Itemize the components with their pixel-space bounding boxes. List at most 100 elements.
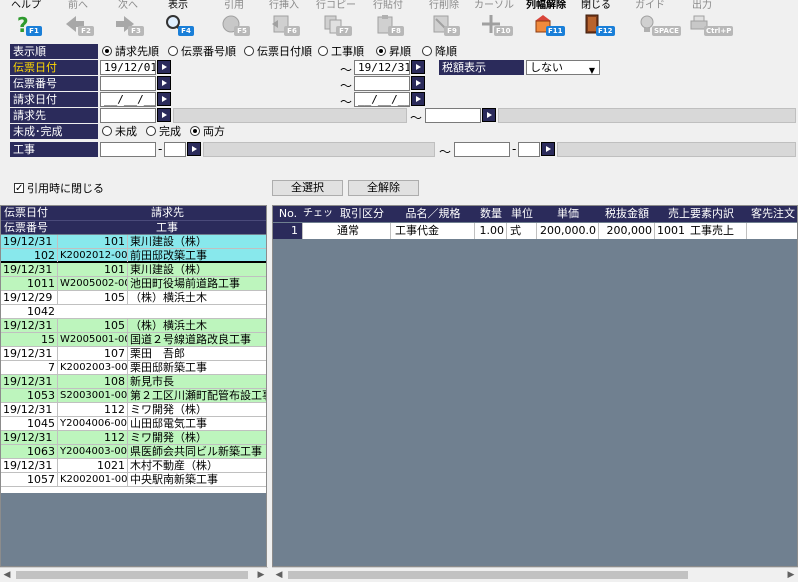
table-row[interactable]: 1057 K2002001-00 中央駅南新築工事 — [1, 473, 266, 487]
construction-from-lookup-button[interactable] — [187, 142, 201, 156]
select-all-button[interactable]: 全選択 — [272, 180, 343, 196]
scroll-thumb[interactable] — [288, 571, 688, 579]
table-row[interactable]: 1042 — [1, 305, 266, 319]
prev-button[interactable]: 前へ F2 — [54, 0, 102, 40]
construction-name-cell: 池田町役場前道路工事 — [127, 277, 266, 290]
billing-to-to-name — [498, 108, 796, 123]
construction-from-input[interactable] — [100, 142, 156, 157]
table-row[interactable]: 15 W2005001-00 国道２号線道路改良工事 — [1, 333, 266, 347]
row-insert-button[interactable]: 行挿入 F6 — [260, 0, 308, 40]
table-row[interactable]: 19/12/29 105 （株）横浜土木 — [1, 291, 266, 305]
deselect-all-button[interactable]: 全解除 — [348, 180, 419, 196]
checkbox-box — [14, 181, 24, 196]
billing-to-from-lookup-button[interactable] — [157, 108, 171, 122]
billing-name-cell: （株）横浜土木 — [127, 291, 266, 304]
table-row[interactable]: 1045 Y2004006-00 山田邸電気工事 — [1, 417, 266, 431]
slip-number-to-input[interactable] — [354, 76, 410, 91]
status-label: 未成･完成 — [10, 124, 98, 139]
table-row[interactable]: 19/12/31 101 東川建設（株） — [1, 235, 266, 249]
slip-number-from-lookup-button[interactable] — [157, 76, 171, 90]
construction-name-cell: 山田邸電気工事 — [127, 417, 266, 430]
billing-to-to-input[interactable] — [425, 108, 481, 123]
row-copy-button[interactable]: 行コピー F7 — [312, 0, 360, 40]
scroll-left-icon[interactable]: ◀ — [272, 568, 286, 582]
status-complete-radio[interactable]: 完成 — [146, 124, 181, 139]
table-row[interactable]: 1053 S2003001-00 第２工区川瀬町配管布設工事 — [1, 389, 266, 403]
table-row[interactable]: 19/12/31 107 栗田 吾郎 — [1, 347, 266, 361]
radio-dot — [168, 46, 178, 56]
table-row[interactable]: 19/12/31 108 新見市長 — [1, 375, 266, 389]
billing-date-from-picker-button[interactable] — [157, 92, 171, 106]
billing-date-from-input[interactable]: __/__/__ — [100, 92, 156, 107]
table-row[interactable]: 19/12/31 105 （株）横浜土木 — [1, 319, 266, 333]
status-both-radio[interactable]: 両方 — [190, 124, 225, 139]
slip-number-cell: 1011 — [27, 277, 55, 290]
slip-number-cell: 1063 — [27, 445, 55, 458]
slip-date-from-picker-button[interactable] — [157, 60, 171, 74]
construction-from-branch-input[interactable] — [164, 142, 186, 157]
table-row[interactable]: 1063 Y2004003-00 県医師会共同ビル新築工事 — [1, 445, 266, 459]
left-horizontal-scrollbar[interactable]: ◀ ▶ — [0, 567, 268, 581]
slip-date-cell: 19/12/31 — [3, 347, 53, 360]
close-button[interactable]: 閉じる F12 — [572, 0, 620, 40]
table-row[interactable]: 19/12/31 1021 木村不動産（株） — [1, 459, 266, 473]
construction-label: 工事 — [10, 142, 98, 157]
cursor-button[interactable]: カーソル F10 — [470, 0, 518, 40]
table-row[interactable]: 1011 W2005002-00 池田町役場前道路工事 — [1, 277, 266, 291]
output-button[interactable]: 出力 Ctrl+P — [678, 0, 734, 40]
table-row[interactable]: 102 K2002012-00 前田邸改築工事 — [1, 249, 266, 263]
cite-button[interactable]: 引用 F5 — [210, 0, 258, 40]
slip-number-to-lookup-button[interactable] — [411, 76, 425, 90]
slip-detail-grid[interactable]: No. チェック 取引区分 品名／規格 数量 単位 単価 税抜金額 売上要素内訳… — [272, 205, 798, 567]
table-row[interactable]: 19/12/31 112 ミワ開発（株） — [1, 431, 266, 445]
guide-button[interactable]: ガイド SPACE — [626, 0, 681, 40]
grid-filler — [1, 487, 266, 493]
sort-by-billing-radio[interactable]: 請求先順 — [102, 44, 159, 59]
slip-number-from-input[interactable] — [100, 76, 156, 91]
show-button[interactable]: 表示 F4 — [154, 0, 202, 40]
help-button[interactable]: ヘルプ ? F1 — [2, 0, 50, 40]
status-incomplete-radio[interactable]: 未成 — [102, 124, 137, 139]
sort-order-label: 表示順 — [10, 44, 98, 59]
construction-code-cell: Y2004003-00 — [57, 445, 127, 458]
row-delete-button[interactable]: 行削除 F9 — [420, 0, 468, 40]
billing-date-to-picker-button[interactable] — [411, 92, 425, 106]
construction-to-branch-input[interactable] — [518, 142, 540, 157]
scroll-right-icon[interactable]: ▶ — [254, 568, 268, 582]
construction-to-input[interactable] — [454, 142, 510, 157]
table-row[interactable]: 19/12/31 101 東川建設（株） — [1, 263, 266, 277]
slip-date-from-input[interactable]: 19/12/01 — [100, 60, 156, 75]
sort-by-construction-radio[interactable]: 工事順 — [318, 44, 364, 59]
column-width-release-button[interactable]: 列幅解除 F11 — [522, 0, 570, 40]
billing-date-label: 請求日付 — [10, 92, 98, 107]
slip-date-cell: 19/12/31 — [3, 403, 53, 416]
next-button[interactable]: 次へ F3 — [104, 0, 152, 40]
scroll-right-icon[interactable]: ▶ — [784, 568, 798, 582]
right-horizontal-scrollbar[interactable]: ◀ ▶ — [272, 567, 798, 581]
row-paste-button[interactable]: 行貼付 F8 — [364, 0, 412, 40]
close-on-cite-checkbox[interactable]: 引用時に閉じる — [14, 181, 104, 196]
construction-code-cell: S2003001-00 — [57, 389, 127, 402]
slip-search-window: ヘルプ ? F1 前へ F2 次へ F3 表示 F4 引用 F5 行挿入 F6 — [0, 0, 798, 582]
construction-to-lookup-button[interactable] — [541, 142, 555, 156]
tax-display-select[interactable]: しない ▼ — [526, 60, 600, 75]
sort-by-slip-no-radio[interactable]: 伝票番号順 — [168, 44, 236, 59]
descending-radio[interactable]: 降順 — [422, 44, 457, 59]
slip-date-cell: 19/12/31 — [3, 375, 53, 388]
ascending-radio[interactable]: 昇順 — [376, 44, 411, 59]
billing-date-to-input[interactable]: __/__/__ — [354, 92, 410, 107]
billing-to-from-input[interactable] — [100, 108, 156, 123]
slip-number-cell: 15 — [41, 333, 55, 346]
slip-date-to-picker-button[interactable] — [411, 60, 425, 74]
table-row[interactable]: 1 通常 工事代金 1.00 式 200,000.0 200,000 1001 … — [273, 223, 797, 239]
scroll-thumb[interactable] — [16, 571, 248, 579]
slip-list-grid[interactable]: 伝票日付 請求先 伝票番号 工事 19/12/31 101 東川建設（株） 102 K2… — [0, 205, 267, 567]
slip-date-to-input[interactable]: 19/12/31 — [354, 60, 410, 75]
table-row[interactable]: 19/12/31 112 ミワ開発（株） — [1, 403, 266, 417]
slip-number-cell: 1045 — [27, 417, 55, 430]
grid-header-row-2: 伝票番号 工事 — [1, 220, 266, 234]
table-row[interactable]: 7 K2002003-00 栗田邸新築工事 — [1, 361, 266, 375]
sort-by-slip-date-radio[interactable]: 伝票日付順 — [244, 44, 312, 59]
billing-to-to-lookup-button[interactable] — [482, 108, 496, 122]
scroll-left-icon[interactable]: ◀ — [0, 568, 14, 582]
